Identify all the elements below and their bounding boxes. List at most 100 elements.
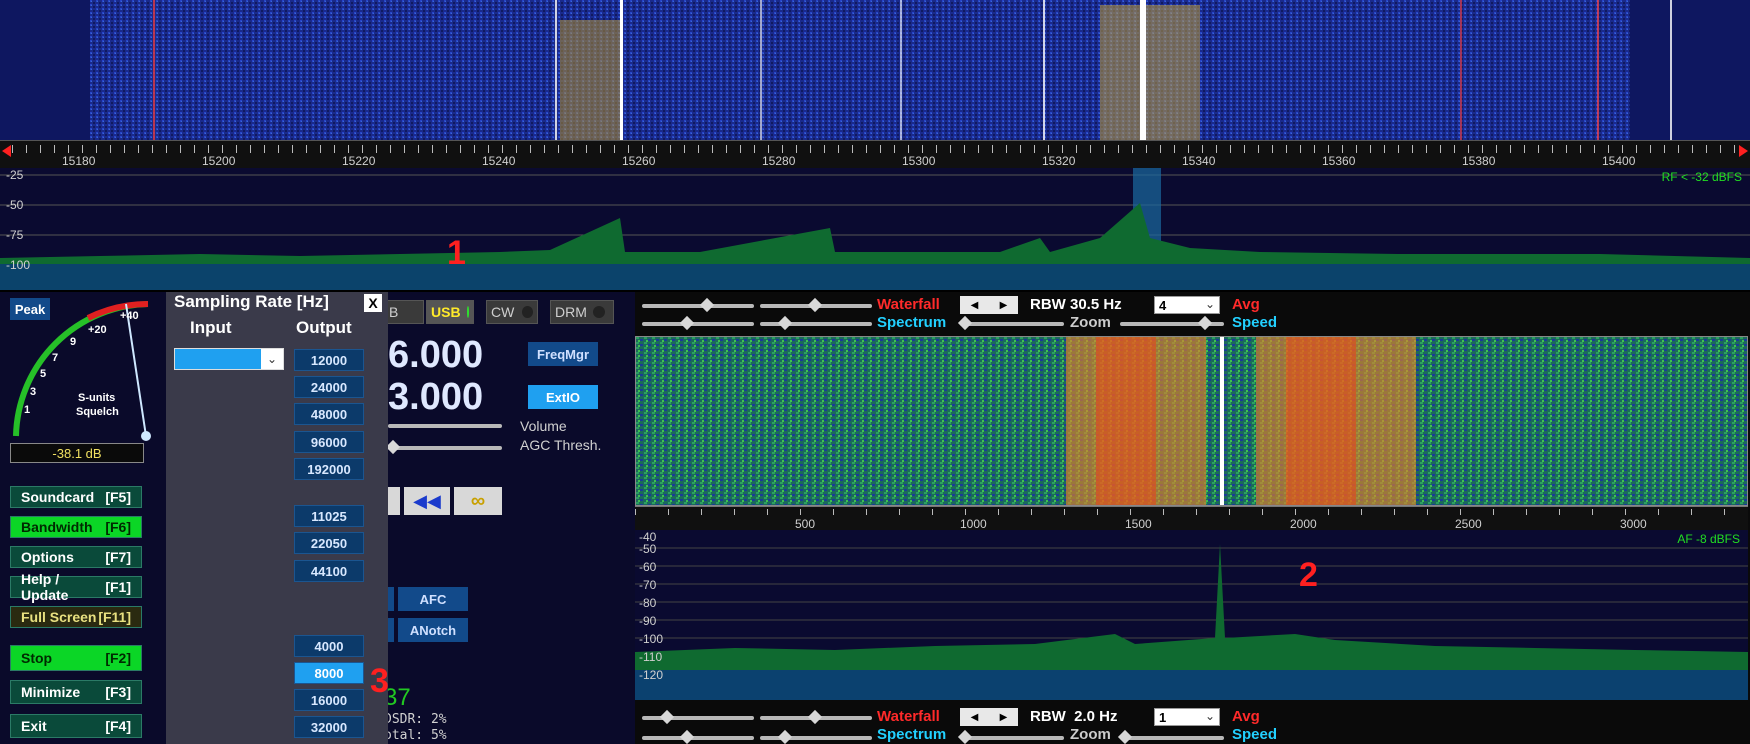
s-scale-label: 9: [70, 336, 77, 348]
af-rbw-stepper[interactable]: ◀ ▶: [960, 708, 1018, 726]
rf-spectrum[interactable]: -25 -50 -75 -100 RF < -32 dBFS 1: [0, 168, 1750, 290]
stop-button[interactable]: Stop [F2]: [10, 645, 142, 671]
chevron-left-icon[interactable]: ◀: [971, 300, 979, 311]
full-screen-key: [F11]: [98, 609, 131, 625]
chevron-left-icon[interactable]: ◀: [971, 712, 979, 723]
rf-speed-slider[interactable]: [1120, 315, 1224, 331]
afc-button[interactable]: AFC: [398, 587, 468, 611]
slider-knob[interactable]: [957, 729, 973, 744]
agc-thresh-label: AGC Thresh.: [520, 437, 602, 453]
output-rate-16000[interactable]: 16000: [294, 689, 364, 711]
af-spectrum-contrast-slider[interactable]: [642, 729, 754, 744]
output-rate-8000[interactable]: 8000: [294, 662, 364, 684]
slider-knob[interactable]: [1197, 315, 1213, 331]
output-rate-24000[interactable]: 24000: [294, 376, 364, 398]
output-rate-44100[interactable]: 44100: [294, 560, 364, 582]
slider-knob[interactable]: [957, 315, 973, 331]
minimize-key: [F3]: [105, 684, 131, 700]
af-spectrum-range-slider[interactable]: [760, 729, 872, 744]
rf-avg-select[interactable]: 4 ⌄: [1154, 296, 1220, 314]
options-button[interactable]: Options [F7]: [10, 546, 142, 568]
rf-waterfall[interactable]: [0, 0, 1750, 140]
rf-waterfall-range-slider[interactable]: [760, 297, 872, 313]
af-level-label: AF -8 dBFS: [1677, 532, 1740, 546]
mode-button-usb[interactable]: USB: [426, 300, 474, 324]
af-avg-select[interactable]: 1 ⌄: [1154, 708, 1220, 726]
stop-label: Stop: [21, 650, 53, 666]
output-rate-22050[interactable]: 22050: [294, 532, 364, 554]
rf-frequency-ruler[interactable]: 15180 15200 15220 15240 15260 15280 1530…: [0, 140, 1750, 169]
rf-waterfall-contrast-slider[interactable]: [642, 297, 754, 313]
rf-zoom-slider[interactable]: [957, 315, 1064, 331]
bandwidth-key: [F6]: [105, 519, 131, 535]
rf-ruler-tick: 15380: [1462, 154, 1496, 168]
help-update-button[interactable]: Help / Update [F1]: [10, 571, 142, 603]
mode-button-b[interactable]: B: [384, 300, 424, 324]
rf-spectrum-contrast-slider[interactable]: [642, 315, 754, 331]
ruler-left-arrow-icon[interactable]: [2, 145, 11, 157]
mode-button-drm[interactable]: DRM: [550, 300, 614, 324]
slider-knob[interactable]: [807, 709, 823, 725]
volume-label: Volume: [520, 418, 567, 434]
chevron-right-icon[interactable]: ▶: [1000, 712, 1008, 723]
blank-button[interactable]: [386, 487, 400, 515]
af-waterfall-contrast-slider[interactable]: [642, 709, 754, 725]
af-speed-slider[interactable]: [1117, 729, 1224, 744]
soundcard-key: [F5]: [105, 489, 131, 505]
soundcard-button[interactable]: Soundcard [F5]: [10, 486, 142, 508]
ruler-right-arrow-icon[interactable]: [1739, 145, 1748, 157]
anotch-button[interactable]: ANotch: [398, 618, 468, 642]
frequency-display-2[interactable]: 3.000: [388, 376, 483, 419]
rf-ruler-tick: 15220: [342, 154, 376, 168]
af-spectrum[interactable]: -40 -50 -60 -70 -80 -90 -100 -110 -120 A…: [635, 530, 1748, 700]
chevron-down-icon: ⌄: [1204, 297, 1215, 311]
chevron-right-icon[interactable]: ▶: [1000, 300, 1008, 311]
slider-knob[interactable]: [679, 729, 695, 744]
slider-knob[interactable]: [807, 297, 823, 313]
rf-spectrum-graphic: [0, 168, 1750, 290]
minimize-button[interactable]: Minimize [F3]: [10, 680, 142, 704]
mode-button-cw[interactable]: CW: [486, 300, 538, 324]
frequency-display-1[interactable]: 6.000: [388, 334, 483, 377]
s-scale-label: 3: [30, 386, 37, 398]
slider-knob[interactable]: [699, 297, 715, 313]
status-line-1: DSDR: 2%: [384, 712, 447, 727]
bandwidth-button[interactable]: Bandwidth [F6]: [10, 516, 142, 538]
freqmgr-button[interactable]: FreqMgr: [528, 342, 598, 366]
extio-button[interactable]: ExtIO: [528, 385, 598, 409]
rewind-button[interactable]: ◀◀: [404, 487, 450, 515]
af-zoom-slider[interactable]: [957, 729, 1064, 744]
output-rate-11025[interactable]: 11025: [294, 505, 364, 527]
full-screen-button[interactable]: Full Screen [F11]: [10, 606, 142, 628]
slider-knob[interactable]: [679, 315, 695, 331]
af-waterfall[interactable]: [635, 336, 1748, 506]
sampling-popup-close-button[interactable]: X: [364, 294, 382, 312]
af-waterfall-range-slider[interactable]: [760, 709, 872, 725]
loop-button[interactable]: ∞: [454, 487, 502, 515]
output-rate-12000[interactable]: 12000: [294, 349, 364, 371]
rf-spectrum-range-slider[interactable]: [760, 315, 872, 331]
rf-rbw-label: RBW 30.5 Hz: [1030, 296, 1122, 313]
agc-thresh-slider[interactable]: [385, 439, 502, 455]
exit-button[interactable]: Exit [F4]: [10, 714, 142, 738]
slider-knob[interactable]: [659, 709, 675, 725]
output-rate-32000[interactable]: 32000: [294, 716, 364, 738]
output-rate-48000[interactable]: 48000: [294, 403, 364, 425]
af-db-label: -70: [639, 578, 657, 592]
rf-ruler-tick: 15260: [622, 154, 656, 168]
slider-knob[interactable]: [1117, 729, 1133, 744]
rf-waterfall-controls: Waterfall ◀ ▶ RBW 30.5 Hz 4 ⌄ Avg Spectr…: [640, 294, 1750, 334]
output-rate-192000[interactable]: 192000: [294, 458, 364, 480]
rf-rbw-stepper[interactable]: ◀ ▶: [960, 296, 1018, 314]
output-rate-96000[interactable]: 96000: [294, 431, 364, 453]
drm-led-icon: [592, 306, 605, 318]
slider-knob[interactable]: [777, 729, 793, 744]
rf-db-label: -100: [6, 258, 31, 272]
af-ruler-tick: 2000: [1290, 517, 1317, 531]
af-frequency-ruler[interactable]: 500 1000 1500 2000 2500 3000: [635, 506, 1748, 531]
volume-slider[interactable]: [388, 424, 502, 428]
input-rate-select[interactable]: ⌄: [174, 348, 284, 370]
output-rate-4000[interactable]: 4000: [294, 635, 364, 657]
slider-knob[interactable]: [777, 315, 793, 331]
input-select-arrow: ⌄: [261, 349, 283, 369]
